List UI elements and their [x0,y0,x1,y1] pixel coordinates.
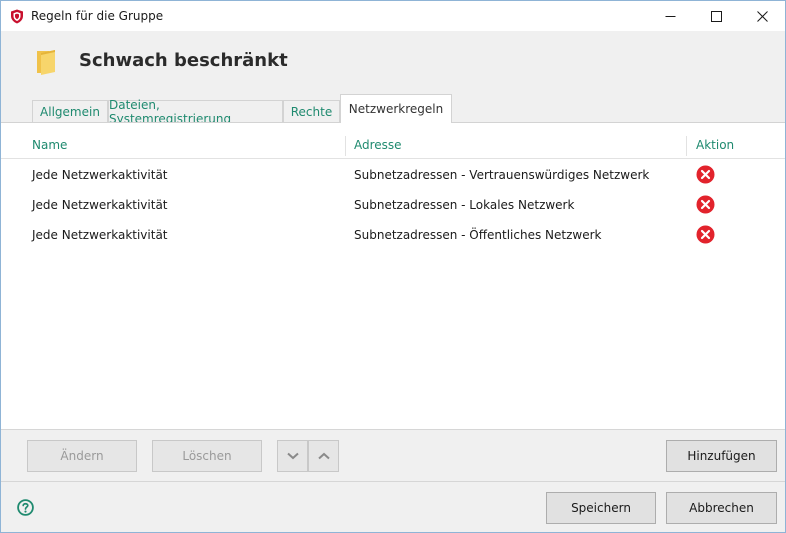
column-header-name[interactable]: Name [32,138,67,152]
column-header-action[interactable]: Aktion [696,138,734,152]
title-bar[interactable]: Regeln für die Gruppe [1,1,785,31]
deny-icon[interactable] [696,165,715,184]
tab-general[interactable]: Allgemein [32,100,108,123]
row-name: Jede Netzwerkaktivität [32,168,168,182]
tab-label: Allgemein [40,105,100,119]
deny-icon[interactable] [696,225,715,244]
minimize-icon [665,15,675,17]
rules-table: Name Adresse Aktion Jede Netzwerkaktivit… [1,122,785,429]
maximize-button[interactable] [693,1,739,31]
shield-icon [11,9,23,24]
window-title: Regeln für die Gruppe [31,9,164,23]
header-divider [1,158,785,159]
dialog-window: Regeln für die Gruppe Schwach beschränkt… [0,0,786,533]
save-button[interactable]: Speichern [546,492,656,524]
minimize-button[interactable] [647,1,693,31]
table-row[interactable]: Jede Netzwerkaktivität Subnetzadressen -… [1,160,785,190]
tab-label: Netzwerkregeln [348,102,444,116]
row-address: Subnetzadressen - Vertrauenswürdiges Net… [354,168,650,182]
dialog-header: Schwach beschränkt Allgemein Dateien, Sy… [1,31,785,126]
cancel-button[interactable]: Abbrechen [666,492,777,524]
maximize-icon [710,10,722,22]
action-toolbar: Ändern Löschen Hinzufügen [1,429,785,481]
row-address: Subnetzadressen - Lokales Netzwerk [354,198,575,212]
move-down-button[interactable] [277,440,308,472]
chevron-up-icon [317,452,330,460]
move-up-button[interactable] [308,440,339,472]
tab-files-registry[interactable]: Dateien, Systemregistrierung [108,98,283,126]
column-separator[interactable] [345,136,346,156]
close-button[interactable] [739,1,785,31]
tab-network-rules[interactable]: Netzwerkregeln [340,94,452,123]
folder-icon [37,50,55,75]
column-header-address[interactable]: Adresse [354,138,402,152]
deny-icon[interactable] [696,195,715,214]
tab-label: Rechte [290,105,333,119]
help-icon[interactable] [17,499,34,516]
row-name: Jede Netzwerkaktivität [32,228,168,242]
chevron-down-icon [286,452,299,460]
tab-permissions[interactable]: Rechte [283,100,340,123]
page-title: Schwach beschränkt [79,50,288,71]
table-row[interactable]: Jede Netzwerkaktivität Subnetzadressen -… [1,190,785,220]
row-name: Jede Netzwerkaktivität [32,198,168,212]
close-icon [756,10,768,22]
column-separator[interactable] [686,136,687,156]
edit-button[interactable]: Ändern [27,440,137,472]
dialog-footer: Speichern Abbrechen [1,481,785,532]
add-button[interactable]: Hinzufügen [666,440,777,472]
delete-button[interactable]: Löschen [152,440,262,472]
table-row[interactable]: Jede Netzwerkaktivität Subnetzadressen -… [1,220,785,250]
row-address: Subnetzadressen - Öffentliches Netzwerk [354,228,602,242]
